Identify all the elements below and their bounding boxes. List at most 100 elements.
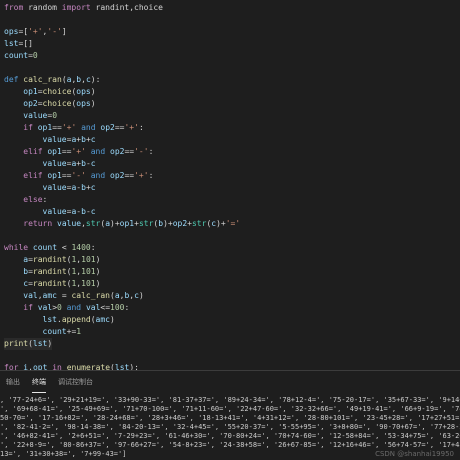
code-line[interactable]: value=a+b+c [4,134,96,146]
code-line[interactable]: val,amc = calc_ran(a,b,c) [4,290,144,302]
code-token: calc_ran [23,75,62,84]
code-token: 101 [81,267,96,276]
code-token: and [81,123,96,132]
code-line[interactable]: value=a-b-c [4,206,96,218]
code-token: op2 [172,219,188,228]
code-token: enumerate [66,363,111,370]
code-token: ] [61,27,67,36]
panel-tab-bar: 输出 终端 调试控制台 [0,371,460,393]
code-token: = [57,291,72,300]
code-token: str [85,219,101,228]
code-token: <= [100,303,111,312]
code-token: randint [32,255,67,264]
code-line[interactable]: op2=choice(ops) [4,98,95,110]
code-token: '+' [61,123,77,132]
code-token: '+' [71,147,86,156]
code-token: =[] [18,39,33,48]
code-line[interactable]: count=0 [4,50,38,62]
code-line[interactable]: if op1=='+' and op2=='+': [4,122,144,134]
code-line[interactable]: from random import randint,choice [4,2,163,14]
code-line[interactable]: c=randint(1,101) [4,278,100,290]
code-token: value [42,135,67,144]
code-token: op1 [47,171,62,180]
code-line[interactable]: print(lst) [4,338,53,350]
code-token: c [90,159,96,168]
code-token: ops [76,87,91,96]
code-line[interactable]: lst.append(amc) [4,314,115,326]
code-token: calc_ran [71,291,110,300]
code-line[interactable]: a=randint(1,101) [4,254,100,266]
code-token: ): [90,75,101,84]
code-token: str [191,219,207,228]
code-line[interactable]: else: [4,194,47,206]
code-line[interactable]: ops=['+','-'] [4,26,67,38]
code-token: ) [90,87,96,96]
code-token: ) [95,279,101,288]
code-token: while [4,243,29,252]
code-line[interactable]: value=0 [4,110,57,122]
code-token: == [61,147,72,156]
tab-debug-console[interactable]: 调试控制台 [58,371,93,393]
code-token: amc [42,291,57,300]
code-line[interactable]: for i,opt in enumerate(lst): [4,362,139,370]
code-line[interactable]: while count < 1400: [4,242,96,254]
code-token: random [23,3,62,12]
code-line[interactable]: value=a+b-c [4,158,96,170]
code-token: ) [110,315,115,324]
code-token: and [90,171,106,180]
code-token: == [124,147,135,156]
code-line[interactable]: op1=choice(ops) [4,86,96,98]
code-token: value [57,219,82,228]
code-token: print [4,339,29,348]
code-token: return [23,219,53,228]
code-token: : [124,303,130,312]
code-token: amc [95,315,110,324]
code-token: op1 [37,123,53,132]
tab-output[interactable]: 输出 [6,371,20,393]
code-token: op2 [100,123,115,132]
code-token: '-' [47,27,62,36]
code-token: lst [42,315,57,324]
code-token: == [124,171,135,180]
code-line[interactable]: value=a-b+c [4,182,96,194]
code-line[interactable]: def calc_ran(a,b,c): [4,74,100,86]
code-token: choice [42,99,72,108]
code-editor[interactable]: from random import randint,choice ops=['+… [0,0,460,370]
code-token: elif [23,147,43,156]
code-line[interactable]: if val>0 and val<=100: [4,302,129,314]
code-token: op1 [47,147,62,156]
code-line[interactable]: elif op1=='-' and op2=='+': [4,170,153,182]
code-token: in [52,363,62,370]
code-line[interactable]: lst=[] [4,38,33,50]
code-token: op1 [119,219,135,228]
code-token: ops [4,27,19,36]
code-line[interactable]: elif op1=='+' and op2=='-': [4,146,153,158]
code-token: ) [47,339,53,348]
code-token: 1400 [71,243,91,252]
code-token: str [138,219,154,228]
terminal-line: 13=', '31+30+38=', '7+99-43='] [0,450,127,458]
tab-terminal[interactable]: 终端 [32,371,46,393]
code-token: value [42,159,67,168]
code-token: if [23,303,33,312]
code-token: randint [32,279,67,288]
code-line[interactable]: count+=1 [4,326,82,338]
code-line[interactable]: return value,str(a)+op1+str(b)+op2+str(c… [4,218,240,230]
terminal-output[interactable]: , '77-24+6=', '29+21+19=', '33+90-33=', … [0,393,460,460]
code-token: =[ [18,27,29,36]
code-line[interactable]: b=randint(1,101) [4,266,100,278]
code-token: value [42,207,67,216]
code-token: lst [32,339,48,348]
code-token: '+' [28,27,43,36]
code-token: )+ [110,219,120,228]
